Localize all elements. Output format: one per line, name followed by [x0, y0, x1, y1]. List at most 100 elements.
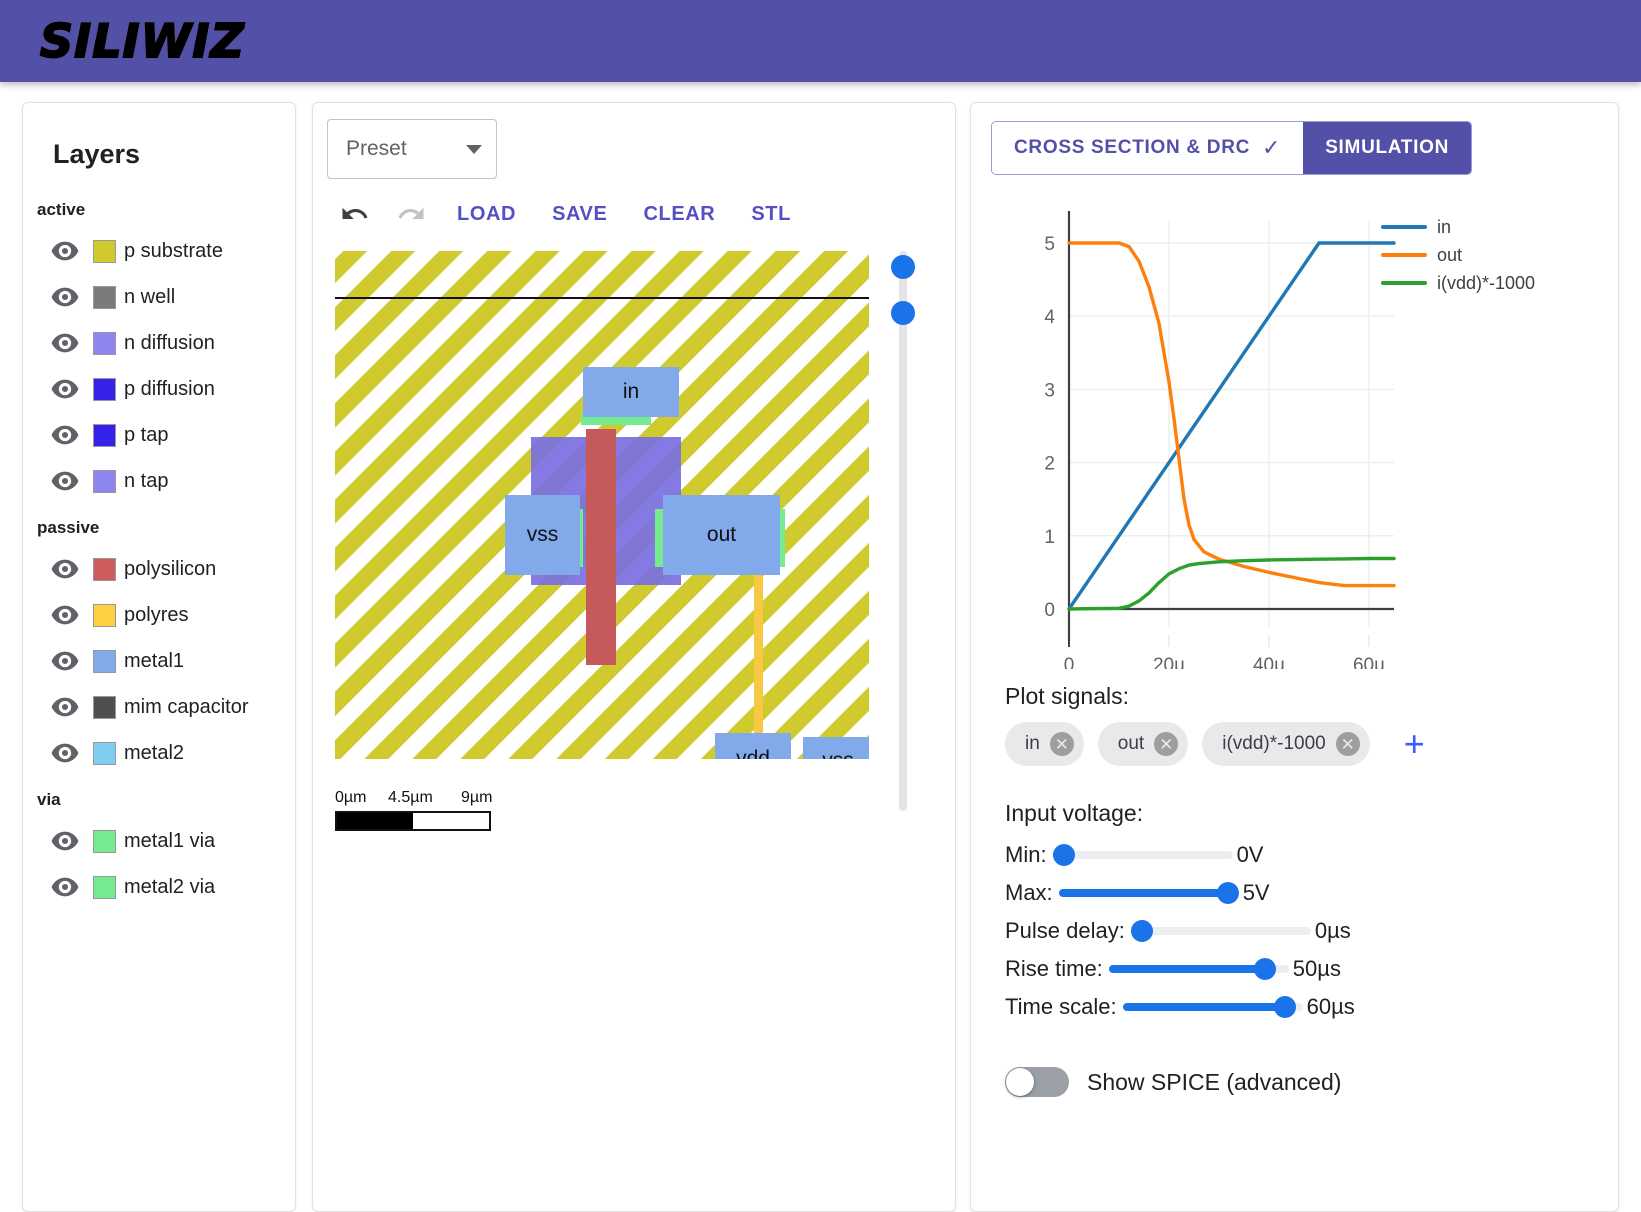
- show-spice-row: Show SPICE (advanced): [1005, 1067, 1598, 1097]
- panel-tab-group: CROSS SECTION & DRC ✓ SIMULATION: [991, 121, 1472, 175]
- legend-label-in: in: [1437, 216, 1452, 237]
- layer-row-p-diffusion[interactable]: p diffusion: [23, 366, 295, 412]
- layer-row-metal1[interactable]: metal1: [23, 638, 295, 684]
- close-icon[interactable]: ✕: [1049, 732, 1074, 756]
- zoom-slider[interactable]: [891, 251, 915, 811]
- close-icon[interactable]: ✕: [1335, 732, 1360, 756]
- layer-row-metal2[interactable]: metal2: [23, 730, 295, 776]
- app-header: SILIWIZ: [0, 0, 1641, 82]
- layer-label: metal2: [124, 741, 185, 764]
- preset-dropdown[interactable]: Preset: [327, 119, 497, 179]
- zoom-slider-thumb-2[interactable]: [891, 301, 915, 325]
- param-slider-max[interactable]: [1058, 882, 1239, 904]
- editor-toolbar: LOAD SAVE CLEAR STL: [327, 193, 941, 235]
- param-slider-timescale[interactable]: [1122, 996, 1303, 1018]
- shape-metal1-vss[interactable]: vss: [505, 495, 580, 575]
- layer-label: p diffusion: [124, 377, 215, 400]
- show-spice-toggle[interactable]: [1005, 1067, 1069, 1097]
- slider-thumb[interactable]: [1052, 844, 1075, 866]
- param-row-risetime: Rise time: 50µs: [1005, 951, 1598, 987]
- clear-button[interactable]: CLEAR: [625, 195, 733, 234]
- signal-chip-out[interactable]: out ✕: [1097, 722, 1189, 766]
- param-slider-min[interactable]: [1052, 844, 1233, 866]
- slider-fill: [1058, 889, 1228, 897]
- layer-swatch-metal1-via: [93, 829, 116, 853]
- param-value-max: 5V: [1242, 880, 1270, 905]
- eye-icon: [51, 559, 79, 579]
- layer-row-p-substrate[interactable]: p substrate: [23, 228, 295, 274]
- layer-row-metal2-via[interactable]: metal2 via: [23, 864, 295, 910]
- eye-icon: [51, 743, 79, 763]
- layer-label: metal2 via: [124, 875, 216, 898]
- layer-swatch-mim-capacitor: [93, 695, 116, 719]
- toggle-knob: [1006, 1068, 1034, 1096]
- layer-label: metal1 via: [124, 829, 216, 852]
- zoom-slider-thumb[interactable]: [891, 255, 915, 279]
- load-button[interactable]: LOAD: [439, 195, 534, 234]
- layout-canvas[interactable]: in vss out vdd vss: [335, 251, 869, 759]
- param-row-min: Min: 0V: [1005, 837, 1598, 873]
- legend-item-in[interactable]: in: [1381, 213, 1535, 241]
- shape-metal1-in[interactable]: in: [583, 367, 679, 417]
- eye-icon: [51, 333, 79, 353]
- slider-thumb[interactable]: [1216, 882, 1239, 904]
- slider-thumb[interactable]: [1274, 996, 1297, 1018]
- chart-ytick-label: 1: [1044, 527, 1055, 548]
- layer-swatch-p-diffusion: [93, 377, 116, 401]
- stl-button[interactable]: STL: [733, 195, 809, 234]
- shape-polyres-trace[interactable]: [754, 569, 763, 739]
- layer-swatch-p-tap: [93, 423, 116, 447]
- layer-label: n diffusion: [124, 331, 215, 354]
- legend-item-ivdd[interactable]: i(vdd)*-1000: [1381, 269, 1535, 297]
- chart-xtick-label: 0: [1064, 655, 1075, 669]
- layer-row-p-tap[interactable]: p tap: [23, 412, 295, 458]
- legend-item-out[interactable]: out: [1381, 241, 1535, 269]
- tab-cross-section-drc[interactable]: CROSS SECTION & DRC ✓: [992, 122, 1304, 174]
- layer-swatch-n-well: [93, 285, 116, 309]
- layer-row-metal1-via[interactable]: metal1 via: [23, 818, 295, 864]
- param-label-pulsedelay: Pulse delay:: [1005, 918, 1125, 943]
- scale-bar-filled: [337, 813, 413, 829]
- layout-editor-panel: Preset LOAD SAVE CLEAR STL in vss out vd…: [312, 102, 956, 1212]
- layer-swatch-polysilicon: [93, 557, 116, 581]
- shape-metal1-vdd[interactable]: vdd: [715, 733, 791, 759]
- layer-row-mim-capacitor[interactable]: mim capacitor: [23, 684, 295, 730]
- cross-section-line[interactable]: [335, 297, 869, 299]
- eye-icon: [51, 287, 79, 307]
- shape-metal1-vss-2[interactable]: vss: [803, 737, 869, 759]
- slider-track: [1052, 851, 1233, 859]
- input-voltage-label: Input voltage:: [1005, 800, 1144, 826]
- add-signal-button[interactable]: +: [1398, 725, 1431, 763]
- slider-thumb[interactable]: [1130, 920, 1153, 942]
- layer-label: n tap: [124, 469, 169, 492]
- signal-chip-out-label: out: [1117, 733, 1145, 754]
- layer-row-polyres[interactable]: polyres: [23, 592, 295, 638]
- layer-row-n-diffusion[interactable]: n diffusion: [23, 320, 295, 366]
- param-slider-pulsedelay[interactable]: [1130, 920, 1311, 942]
- redo-button[interactable]: [383, 193, 439, 235]
- close-icon[interactable]: ✕: [1154, 732, 1179, 756]
- layer-row-polysilicon[interactable]: polysilicon: [23, 546, 295, 592]
- layer-label: polysilicon: [124, 557, 217, 580]
- layer-row-n-well[interactable]: n well: [23, 274, 295, 320]
- shape-metal1-out[interactable]: out: [663, 495, 780, 575]
- param-label-risetime: Rise time:: [1005, 956, 1103, 981]
- slider-thumb[interactable]: [1254, 958, 1277, 980]
- shape-polysilicon-gate[interactable]: [586, 429, 616, 665]
- simulation-chart: 0 1 2 3 4 5 0 20µ 40µ 60µ in out i(vdd)*-1000: [1009, 199, 1569, 676]
- layer-label: n well: [124, 285, 176, 308]
- slider-fill: [1122, 1003, 1286, 1011]
- signal-chip-ivdd[interactable]: i(vdd)*-1000 ✕: [1202, 722, 1370, 766]
- undo-button[interactable]: [327, 193, 383, 235]
- shape-label-vss: vss: [526, 523, 559, 546]
- eye-icon: [51, 697, 79, 717]
- tab-cross-section-drc-label: CROSS SECTION & DRC: [1014, 137, 1251, 158]
- tab-simulation[interactable]: SIMULATION: [1303, 122, 1471, 174]
- layer-row-n-tap[interactable]: n tap: [23, 458, 295, 504]
- save-button[interactable]: SAVE: [534, 195, 625, 234]
- signal-chip-in[interactable]: in ✕: [1005, 722, 1084, 766]
- param-slider-risetime[interactable]: [1108, 958, 1289, 980]
- eye-icon: [51, 605, 79, 625]
- plot-signals-chips: in ✕ out ✕ i(vdd)*-1000 ✕ +: [1005, 722, 1598, 766]
- scale-bar-label-right: 9µm: [461, 789, 493, 806]
